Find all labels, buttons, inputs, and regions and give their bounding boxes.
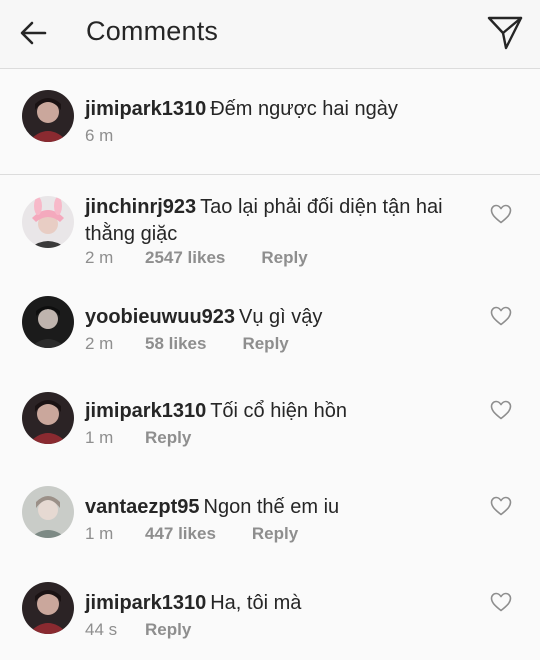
- like-button[interactable]: [490, 592, 512, 612]
- heart-outline-icon: [490, 592, 512, 612]
- comment-username[interactable]: yoobieuwuu923: [85, 306, 235, 328]
- comment-username[interactable]: jimipark1310: [85, 400, 206, 422]
- back-button[interactable]: [18, 18, 48, 48]
- avatar[interactable]: [22, 392, 74, 444]
- comment-row: jinchinrj923 Tao lại phải đối diện tận ha…: [0, 176, 540, 274]
- comment-time: 1 m: [85, 428, 114, 447]
- comment-text: Ngon thế em iu: [203, 496, 340, 518]
- like-button[interactable]: [490, 306, 512, 326]
- comment-row: vantaezpt95 Ngon thế em iu 1 m 447 likes Re…: [0, 466, 540, 562]
- comment-username[interactable]: jimipark1310: [85, 592, 206, 614]
- like-button[interactable]: [490, 204, 512, 224]
- reply-button[interactable]: Reply: [261, 248, 307, 268]
- comment-text: Đếm ngược hai ngày: [210, 98, 398, 120]
- caption: jimipark1310 Đếm ngược hai ngày 6 m: [0, 70, 540, 175]
- like-count[interactable]: 58 likes: [145, 334, 206, 354]
- comment-username[interactable]: jimipark1310: [85, 98, 206, 120]
- comment-time: 1 m: [85, 524, 114, 543]
- heart-outline-icon: [490, 496, 512, 516]
- like-button[interactable]: [490, 400, 512, 420]
- comment-meta: 2 m 2547 likes Reply: [85, 248, 308, 268]
- reply-button[interactable]: Reply: [252, 524, 298, 544]
- comment-username[interactable]: jinchinrj923: [85, 196, 196, 218]
- share-button[interactable]: [486, 14, 524, 52]
- comment-row: jimipark1310 Ha, tôi mà 44 s Reply: [0, 562, 540, 660]
- heart-outline-icon: [490, 400, 512, 420]
- comment-meta: 44 s Reply: [85, 620, 191, 640]
- reply-button[interactable]: Reply: [242, 334, 288, 354]
- avatar[interactable]: [22, 90, 74, 142]
- like-count[interactable]: 447 likes: [145, 524, 216, 544]
- comment-time: 2 m: [85, 334, 114, 353]
- comment-meta: 1 m 447 likes Reply: [85, 524, 298, 544]
- avatar[interactable]: [22, 582, 74, 634]
- comment-time: 2 m: [85, 248, 114, 267]
- comment-row: jimipark1310 Tối cổ hiện hồn 1 m Reply: [0, 370, 540, 466]
- comment-text: Vụ gì vậy: [239, 306, 323, 328]
- heart-outline-icon: [490, 204, 512, 224]
- like-button[interactable]: [490, 496, 512, 516]
- comment-username[interactable]: vantaezpt95: [85, 496, 200, 518]
- comment-time: 44 s: [85, 620, 118, 639]
- reply-button[interactable]: Reply: [145, 620, 191, 640]
- like-count[interactable]: 2547 likes: [145, 248, 225, 268]
- arrow-left-icon: [20, 21, 47, 45]
- paper-plane-icon: [487, 16, 523, 50]
- reply-button[interactable]: Reply: [145, 428, 191, 448]
- page-title: Comments: [86, 16, 219, 46]
- avatar[interactable]: [22, 296, 74, 348]
- top-bar: Comments: [0, 0, 540, 69]
- avatar[interactable]: [22, 486, 74, 538]
- comment-time: 6 m: [85, 126, 114, 145]
- avatar[interactable]: [22, 196, 74, 248]
- comment-meta: 6 m: [85, 126, 145, 146]
- comment-text: Ha, tôi mà: [210, 592, 302, 614]
- comment-meta: 1 m Reply: [85, 428, 191, 448]
- comment-row: yoobieuwuu923 Vụ gì vậy 2 m 58 likes Reply: [0, 274, 540, 370]
- comment-text: Tối cổ hiện hồn: [210, 400, 347, 422]
- heart-outline-icon: [490, 306, 512, 326]
- comment-meta: 2 m 58 likes Reply: [85, 334, 289, 354]
